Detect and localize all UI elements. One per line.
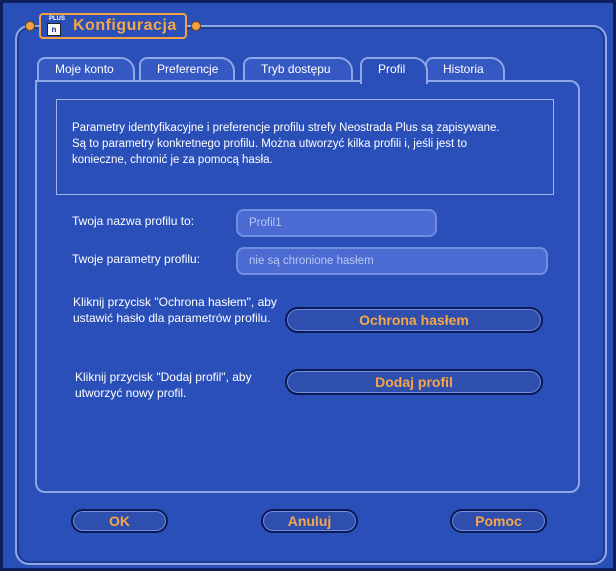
info-line-2: Są to parametry konkretnego profilu. Moż… — [72, 138, 467, 150]
add-profile-hint: Kliknij przycisk "Dodaj profil", aby utw… — [75, 370, 252, 400]
help-button[interactable]: Pomoc — [450, 509, 547, 533]
info-box: Parametry identyfikacyjne i preferencje … — [56, 99, 554, 195]
tab-preferencje[interactable]: Preferencje — [139, 57, 235, 81]
tab-profil[interactable]: Profil — [360, 57, 428, 84]
title-bar: PLUS n Konfiguracja — [25, 13, 201, 39]
configuration-window: PLUS n Konfiguracja Moje konto Preferenc… — [0, 0, 616, 571]
password-protect-button[interactable]: Ochrona hasłem — [285, 307, 543, 333]
neostrada-plus-logo-icon: PLUS n — [47, 16, 66, 36]
window-title: Konfiguracja — [73, 17, 177, 34]
tab-moje-konto[interactable]: Moje konto — [37, 57, 135, 81]
password-hint: Kliknij przycisk "Ochrona hasłem", aby u… — [73, 295, 277, 325]
ok-button[interactable]: OK — [71, 509, 168, 533]
info-line-1: Parametry identyfikacyjne i preferencje … — [72, 122, 500, 134]
profile-name-label: Twoja nazwa profilu to: — [72, 214, 195, 228]
add-profile-button[interactable]: Dodaj profil — [285, 369, 543, 395]
title-box: PLUS n Konfiguracja — [39, 13, 187, 39]
profile-name-field[interactable]: Profil1 — [236, 209, 437, 237]
info-line-3: konieczne, chronić je za pomocą hasła. — [72, 154, 273, 166]
profile-params-field: nie są chronione hasłem — [236, 247, 548, 275]
title-right-dot-icon — [190, 21, 201, 31]
tab-tryb-dostepu[interactable]: Tryb dostępu — [243, 57, 353, 81]
profile-params-label: Twoje parametry profilu: — [72, 252, 201, 266]
title-left-dot-icon — [25, 21, 35, 31]
cancel-button[interactable]: Anuluj — [261, 509, 358, 533]
tab-historia[interactable]: Historia — [425, 57, 505, 81]
